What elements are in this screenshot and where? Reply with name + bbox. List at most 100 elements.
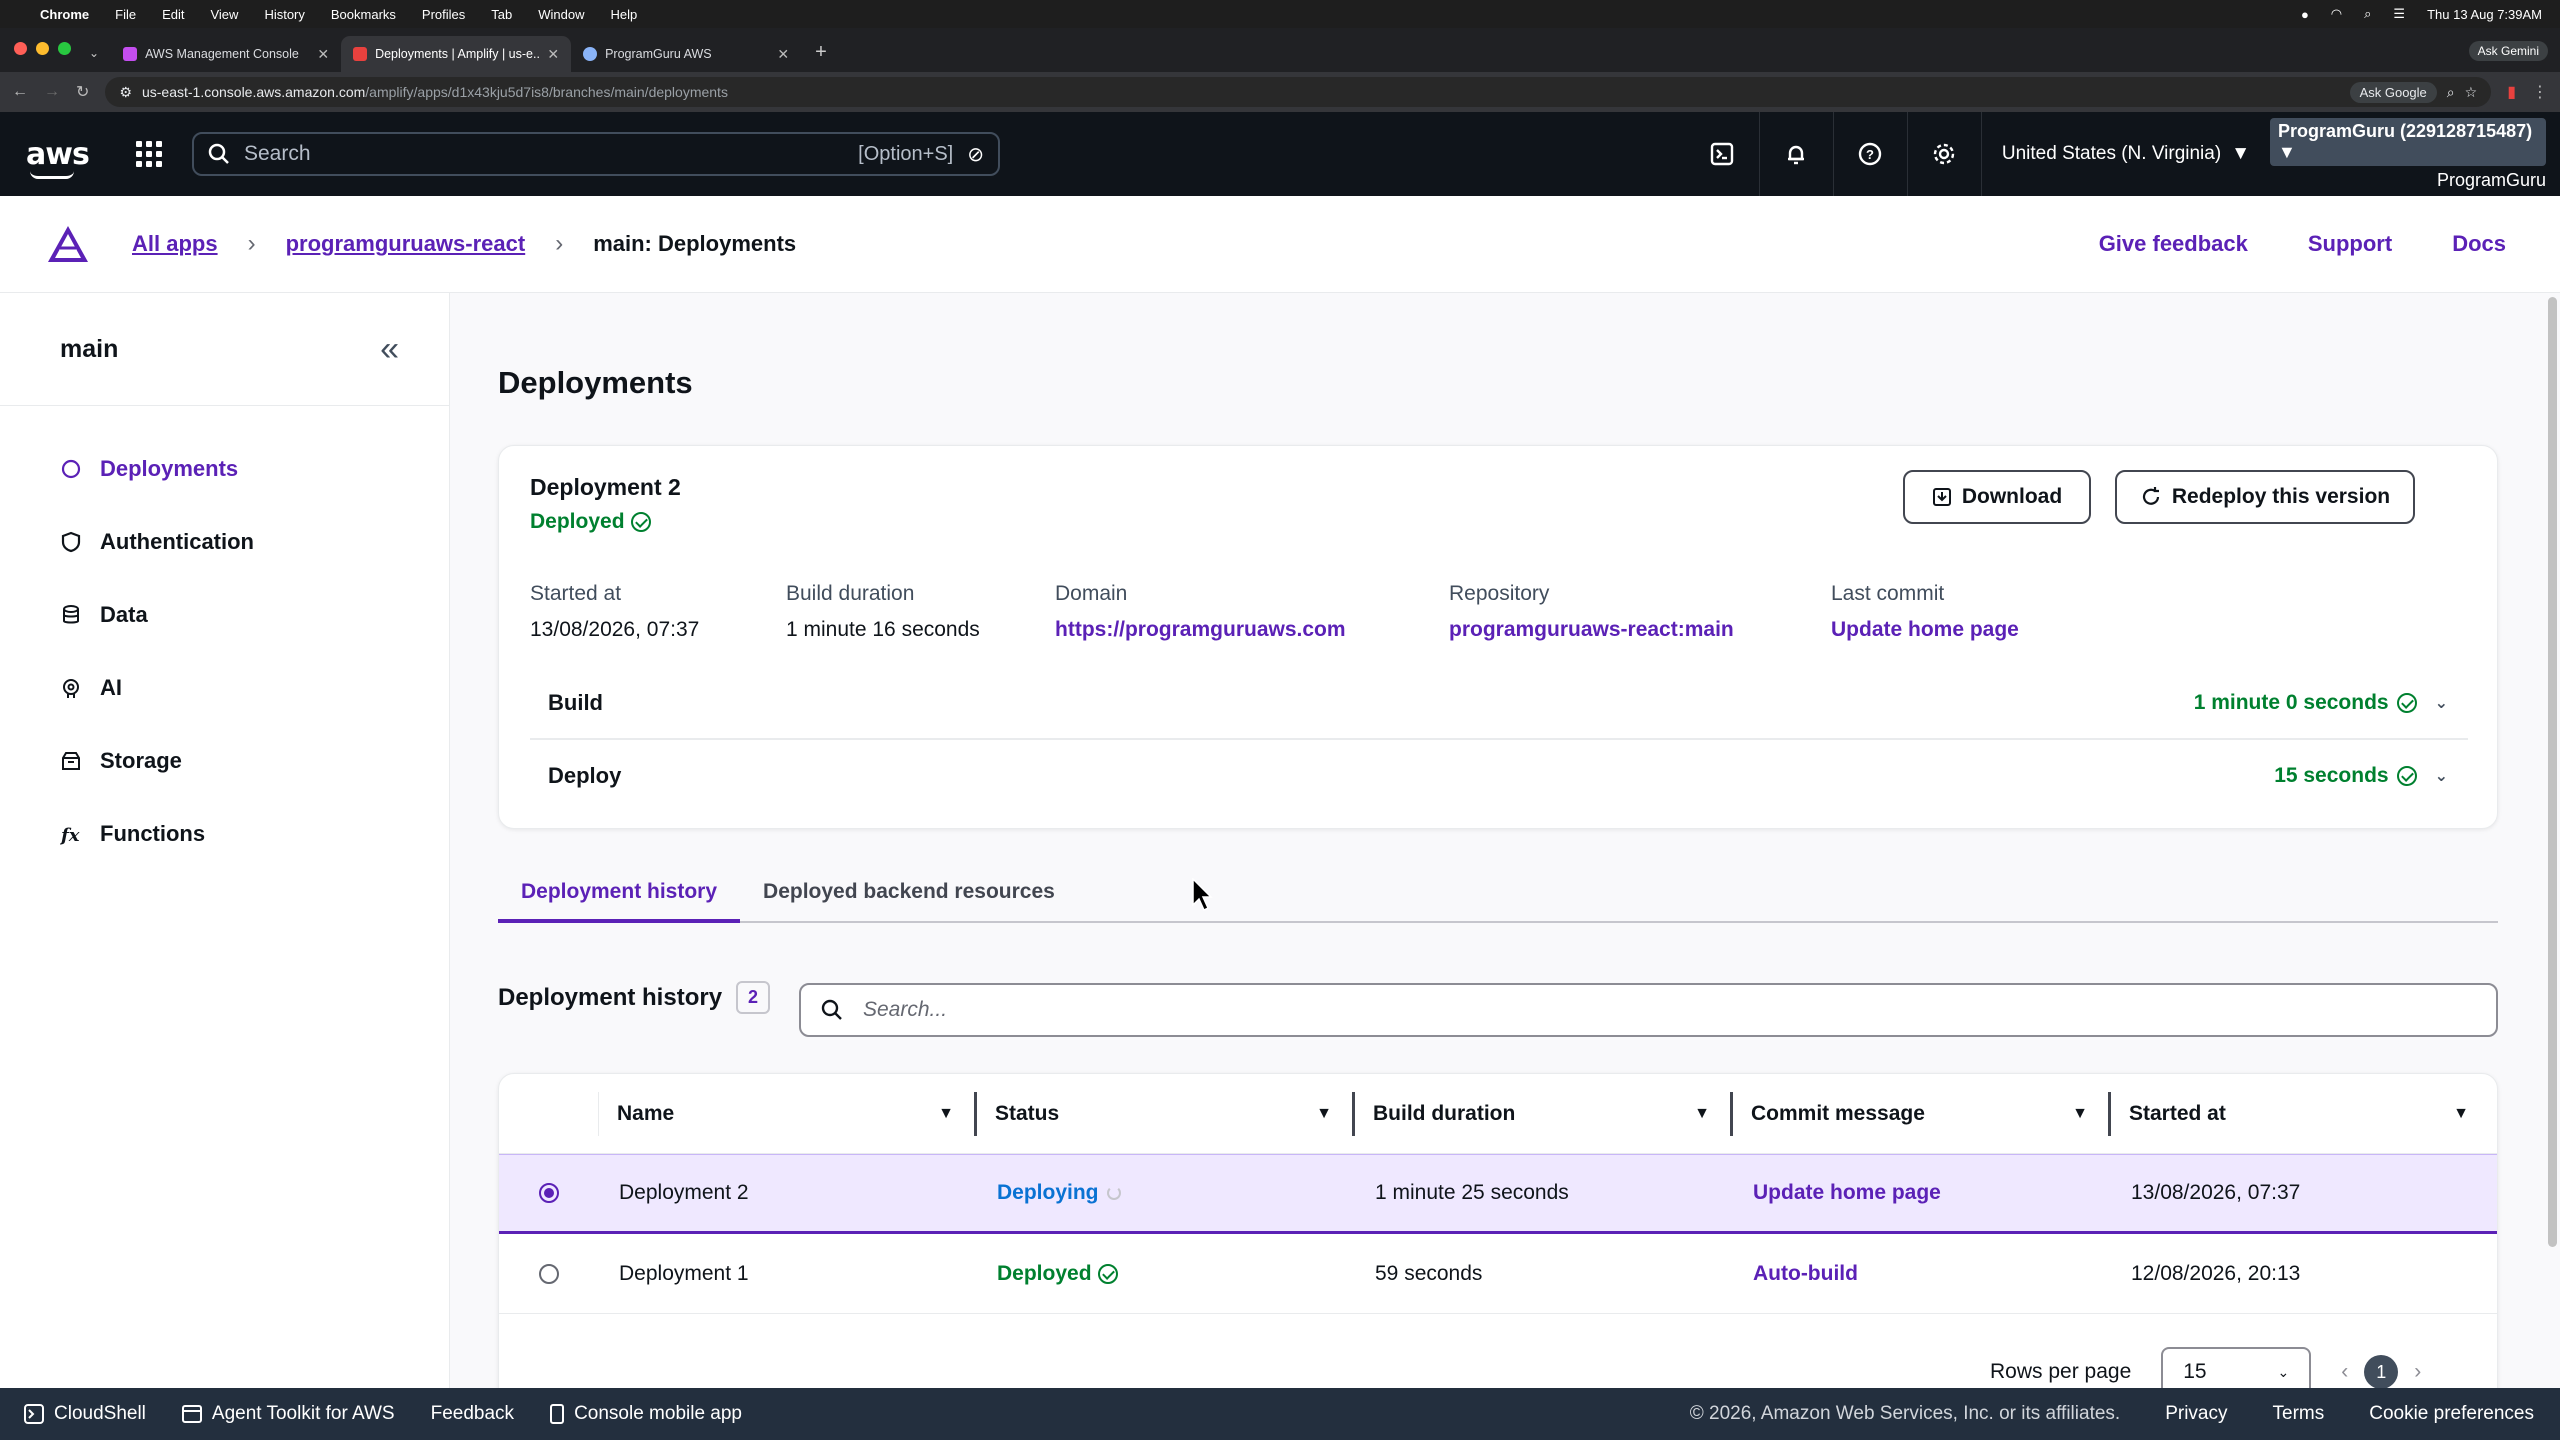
- zoom-icon[interactable]: ⌕: [2447, 84, 2455, 101]
- cookie-preferences-link[interactable]: Cookie preferences: [2369, 1403, 2534, 1425]
- notifications-bell-icon[interactable]: [1760, 112, 1834, 196]
- last-commit-link[interactable]: Update home page: [1831, 618, 2019, 642]
- back-icon[interactable]: ←: [12, 83, 28, 101]
- sort-caret-icon[interactable]: ▼: [1316, 1105, 1332, 1123]
- wifi-icon[interactable]: ◠: [2331, 6, 2342, 22]
- aws-search-input[interactable]: Search [Option+S] ⊘: [192, 132, 1000, 176]
- sort-caret-icon[interactable]: ▼: [938, 1105, 954, 1123]
- prev-page-icon[interactable]: ‹: [2341, 1360, 2348, 1384]
- close-tab-icon[interactable]: ✕: [777, 46, 789, 63]
- menu-app[interactable]: Chrome: [40, 7, 89, 22]
- services-menu-icon[interactable]: [136, 141, 162, 167]
- breadcrumb-app[interactable]: programguruaws-react: [286, 231, 526, 257]
- browser-tab-console[interactable]: AWS Management Console ✕: [111, 36, 341, 72]
- minimize-window-button[interactable]: [36, 42, 49, 55]
- forward-icon[interactable]: →: [44, 83, 60, 101]
- ask-google-button[interactable]: Ask Google: [2349, 81, 2437, 103]
- menu-history[interactable]: History: [264, 7, 304, 22]
- row-commit-link[interactable]: Auto-build: [1733, 1262, 2111, 1286]
- cloudshell-button[interactable]: CloudShell: [24, 1403, 146, 1425]
- sidebar-item-authentication[interactable]: Authentication: [0, 505, 449, 578]
- amplify-logo-icon[interactable]: [46, 224, 90, 264]
- give-feedback-link[interactable]: Give feedback: [2099, 231, 2248, 257]
- column-header-status[interactable]: Status ▼: [977, 1091, 1355, 1136]
- menu-bookmarks[interactable]: Bookmarks: [331, 7, 396, 22]
- tab-deployment-history[interactable]: Deployment history: [498, 863, 741, 923]
- extension-icon[interactable]: ▮: [2507, 82, 2516, 102]
- redeploy-button[interactable]: Redeploy this version: [2115, 470, 2415, 524]
- tab-search-icon[interactable]: ⌄: [89, 46, 111, 72]
- control-center-icon[interactable]: ☰: [2393, 6, 2405, 22]
- reload-icon[interactable]: ↻: [76, 82, 89, 102]
- close-tab-icon[interactable]: ✕: [547, 46, 559, 63]
- menu-window[interactable]: Window: [538, 7, 584, 22]
- new-tab-icon[interactable]: +: [801, 41, 841, 72]
- maximize-window-button[interactable]: [58, 42, 71, 55]
- deploy-phase-row[interactable]: Deploy 15 seconds ⌄: [530, 740, 2468, 812]
- feedback-link[interactable]: Feedback: [431, 1403, 514, 1425]
- region-selector[interactable]: United States (N. Virginia) ▼: [1982, 143, 2270, 165]
- menu-file[interactable]: File: [115, 7, 136, 22]
- bookmark-star-icon[interactable]: ☆: [2465, 84, 2478, 101]
- column-header-name[interactable]: Name ▼: [599, 1091, 977, 1136]
- download-button[interactable]: Download: [1903, 470, 2091, 524]
- sidebar-item-deployments[interactable]: Deployments: [0, 432, 449, 505]
- menu-profiles[interactable]: Profiles: [422, 7, 465, 22]
- cloudshell-icon[interactable]: [1686, 112, 1760, 196]
- row-commit-link[interactable]: Update home page: [1733, 1181, 2111, 1205]
- close-tab-icon[interactable]: ✕: [317, 46, 329, 63]
- scrollbar-thumb[interactable]: [2548, 297, 2557, 1247]
- breadcrumb-all-apps[interactable]: All apps: [132, 231, 218, 257]
- history-search-input[interactable]: Search...: [799, 983, 2498, 1037]
- account-menu[interactable]: ProgramGuru (229128715487) ▼ ProgramGuru: [2270, 112, 2560, 196]
- next-page-icon[interactable]: ›: [2414, 1360, 2421, 1384]
- table-row[interactable]: Deployment 1 Deployed 59 seconds Auto-bu…: [499, 1234, 2497, 1314]
- column-header-build-duration[interactable]: Build duration ▼: [1355, 1091, 1733, 1136]
- tab-deployed-backend-resources[interactable]: Deployed backend resources: [740, 863, 1078, 921]
- chevron-down-icon[interactable]: ⌄: [2435, 693, 2448, 713]
- menu-view[interactable]: View: [210, 7, 238, 22]
- collapse-sidebar-icon[interactable]: «: [380, 330, 399, 369]
- column-header-started-at[interactable]: Started at ▼: [2111, 1092, 2489, 1136]
- terms-link[interactable]: Terms: [2273, 1403, 2325, 1425]
- page-number-button[interactable]: 1: [2364, 1355, 2399, 1389]
- column-header-commit-message[interactable]: Commit message ▼: [1733, 1091, 2111, 1136]
- support-link[interactable]: Support: [2308, 231, 2392, 257]
- menu-edit[interactable]: Edit: [162, 7, 184, 22]
- sidebar-item-data[interactable]: Data: [0, 578, 449, 651]
- privacy-link[interactable]: Privacy: [2165, 1403, 2227, 1425]
- site-info-icon[interactable]: ⚙: [119, 84, 132, 101]
- build-phase-row[interactable]: Build 1 minute 0 seconds ⌄: [530, 668, 2468, 740]
- sidebar-item-storage[interactable]: Storage: [0, 724, 449, 797]
- spotlight-icon[interactable]: ⌕: [2364, 6, 2371, 22]
- browser-tab-deployments[interactable]: Deployments | Amplify | us-e... ✕: [341, 36, 572, 72]
- chevron-down-icon[interactable]: ⌄: [2435, 766, 2448, 786]
- console-mobile-app-link[interactable]: Console mobile app: [550, 1403, 742, 1425]
- sort-caret-icon[interactable]: ▼: [2072, 1105, 2088, 1123]
- settings-gear-icon[interactable]: [1908, 112, 1982, 196]
- chrome-menu-icon[interactable]: ⋮: [2532, 82, 2548, 102]
- sort-caret-icon[interactable]: ▼: [2453, 1105, 2469, 1123]
- menu-tab[interactable]: Tab: [491, 7, 512, 22]
- row-select-radio[interactable]: [539, 1263, 559, 1284]
- close-window-button[interactable]: [14, 42, 27, 55]
- ask-gemini-button[interactable]: Ask Gemini: [2468, 41, 2560, 72]
- sort-caret-icon[interactable]: ▼: [1694, 1105, 1710, 1123]
- clock[interactable]: Thu 13 Aug 7:39AM: [2427, 7, 2542, 22]
- table-row[interactable]: Deployment 2 Deploying 1 minute 25 secon…: [499, 1154, 2497, 1234]
- page-scrollbar[interactable]: [2545, 293, 2560, 1388]
- row-select-radio[interactable]: [539, 1183, 559, 1203]
- help-icon[interactable]: ?: [1834, 112, 1908, 196]
- sidebar-item-functions[interactable]: fx Functions: [0, 797, 449, 870]
- aws-logo[interactable]: aws: [26, 137, 90, 179]
- sidebar-item-ai[interactable]: AI: [0, 651, 449, 724]
- assistant-icon[interactable]: ⊘: [967, 142, 984, 167]
- docs-link[interactable]: Docs: [2452, 231, 2506, 257]
- domain-link[interactable]: https://programguruaws.com: [1055, 618, 1346, 642]
- repository-link[interactable]: programguruaws-react:main: [1449, 618, 1734, 642]
- agent-toolkit-button[interactable]: Agent Toolkit for AWS: [181, 1403, 395, 1425]
- browser-tab-programguru[interactable]: ProgramGuru AWS ✕: [571, 36, 801, 72]
- address-bar[interactable]: ⚙ us-east-1.console.aws.amazon.com/ampli…: [105, 77, 2492, 107]
- menu-help[interactable]: Help: [611, 7, 638, 22]
- record-icon[interactable]: ●: [2301, 7, 2309, 22]
